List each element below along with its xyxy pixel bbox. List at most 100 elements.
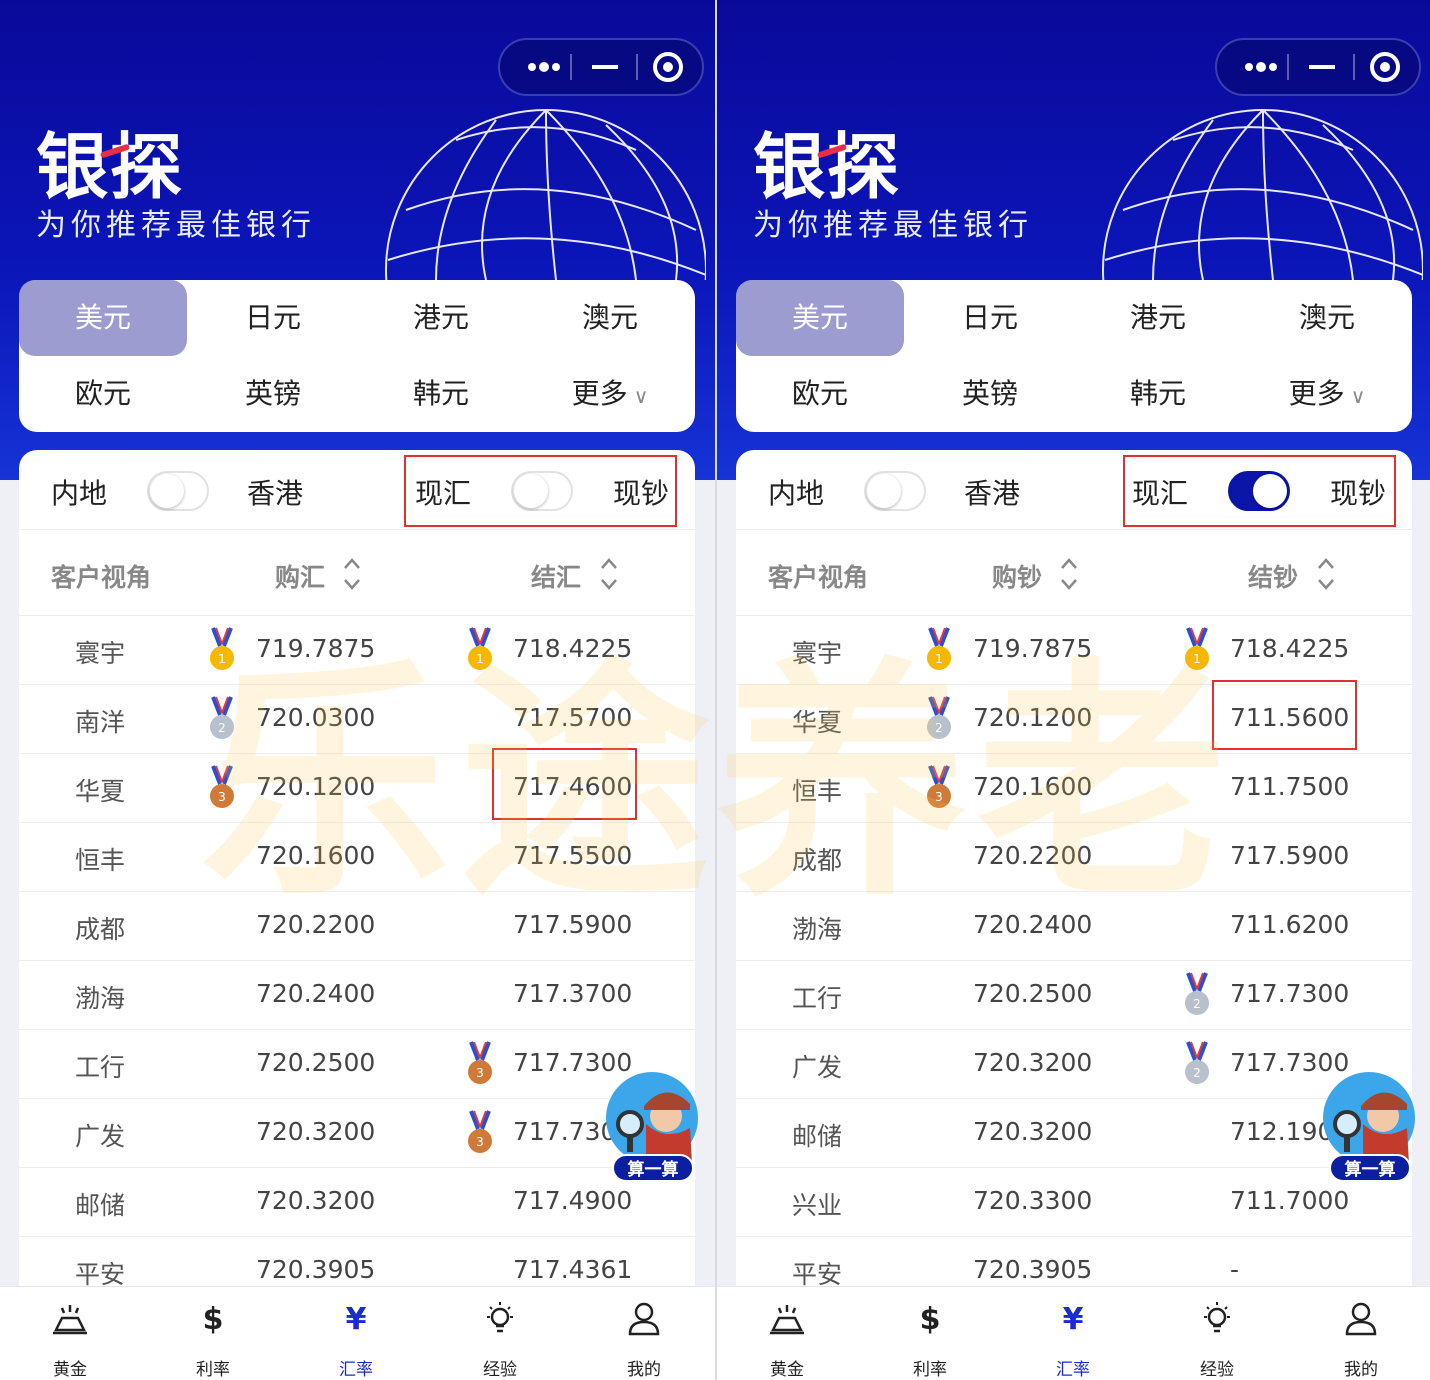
sell-rate: - (1230, 1255, 1240, 1284)
sell-rate: 717.4900 (513, 1186, 633, 1215)
more-dots-icon[interactable] (1225, 40, 1293, 94)
chevron-down-icon: ∨ (633, 384, 649, 408)
calculator-fab[interactable]: 算一算 (1321, 1072, 1417, 1184)
buy-rate: 720.1200 (256, 772, 376, 801)
miniprogram-capsule (1215, 38, 1421, 96)
tab-experience[interactable]: 经验 (450, 1297, 550, 1380)
currency-more[interactable]: 更多 ∨ (1243, 356, 1411, 432)
svg-text:3: 3 (935, 790, 943, 804)
currency-gbp[interactable]: 英镑 (906, 356, 1074, 432)
table-row[interactable]: 渤海 720.2400 717.3700 (19, 961, 695, 1030)
col-bank-header: 客户视角 (768, 563, 869, 592)
tab-exchange[interactable]: ¥ 汇率 (306, 1297, 406, 1380)
currency-hkd[interactable]: 港元 (357, 280, 525, 356)
close-target-icon[interactable] (636, 40, 704, 94)
sort-icon[interactable] (1315, 554, 1337, 594)
globe-icon (1102, 109, 1423, 280)
table-row[interactable]: 成都 720.2200 717.5900 (19, 892, 695, 961)
hongkong-label: 香港 (247, 477, 304, 510)
table-row[interactable]: 广发 720.3200 2 717.7300 (736, 1030, 1412, 1099)
tab-label: 利率 (913, 1360, 947, 1380)
currency-hkd[interactable]: 港元 (1074, 280, 1242, 356)
currency-more[interactable]: 更多 ∨ (526, 356, 694, 432)
table-row[interactable]: 寰宇 1 719.7875 1 718.4225 (736, 616, 1412, 685)
tab-rate[interactable]: $ 利率 (163, 1297, 263, 1380)
currency-jpy[interactable]: 日元 (189, 280, 357, 356)
table-row[interactable]: 兴业 720.3300 711.7000 (736, 1168, 1412, 1237)
buy-rate: 720.2400 (973, 910, 1093, 939)
tab-mine[interactable]: 我的 (1311, 1297, 1411, 1380)
highlight-box (404, 455, 677, 527)
tab-gold[interactable]: 黄金 (737, 1297, 837, 1380)
sell-rate: 712.190 (1230, 1117, 1334, 1146)
tab-exchange[interactable]: ¥ 汇率 (1023, 1297, 1123, 1380)
globe-icon (385, 109, 706, 280)
region-switch[interactable] (864, 471, 926, 511)
buy-rate: 719.7875 (973, 634, 1093, 663)
brand-logo: 银探 (36, 125, 185, 209)
tab-label: 汇率 (339, 1360, 373, 1380)
table-row[interactable]: 广发 720.3200 3 717.730 (19, 1099, 695, 1168)
currency-eur[interactable]: 欧元 (19, 356, 187, 432)
sort-icon[interactable] (341, 554, 363, 594)
table-row[interactable]: 成都 720.2200 717.5900 (736, 823, 1412, 892)
minimize-icon[interactable] (1289, 40, 1357, 94)
table-row[interactable]: 邮储 720.3200 717.4900 (19, 1168, 695, 1237)
bank-name: 广发 (792, 1053, 843, 1082)
buy-rate: 720.2200 (973, 841, 1093, 870)
header-banner: 银探 为你推荐最佳银行 美元 日元 港元 澳元 欧元 英镑 韩元 更多 ∨ (0, 0, 715, 480)
table-row[interactable]: 邮储 720.3200 712.190 (736, 1099, 1412, 1168)
tab-rate[interactable]: $ 利率 (880, 1297, 980, 1380)
currency-eur[interactable]: 欧元 (736, 356, 904, 432)
lightbulb-icon (450, 1297, 550, 1341)
table-row[interactable]: 工行 720.2500 3 717.7300 (19, 1030, 695, 1099)
currency-aud[interactable]: 澳元 (1243, 280, 1411, 356)
bank-name: 渤海 (75, 984, 126, 1013)
currency-gbp[interactable]: 英镑 (189, 356, 357, 432)
currency-krw[interactable]: 韩元 (357, 356, 525, 432)
table-row[interactable]: 恒丰 3 720.1600 711.7500 (736, 754, 1412, 823)
buy-rate: 719.7875 (256, 634, 376, 663)
buy-rate: 720.1600 (973, 772, 1093, 801)
svg-text:2: 2 (1193, 997, 1201, 1011)
tab-label: 利率 (196, 1360, 230, 1380)
rate-table-card: 内地 香港 现汇 现钞 客户视角 购汇 结汇 寰宇 1 719.7875 1 718.4… (19, 450, 695, 1306)
col-sell-header[interactable]: 结汇 (531, 558, 581, 594)
col-buy-header[interactable]: 购钞 (992, 558, 1042, 594)
calculator-fab[interactable]: 算一算 (604, 1072, 700, 1184)
sort-icon[interactable] (1058, 554, 1080, 594)
buy-rate: 720.1600 (256, 841, 376, 870)
sort-icon[interactable] (598, 554, 620, 594)
buy-rate: 720.2200 (256, 910, 376, 939)
brand-logo: 银探 (753, 125, 902, 209)
filter-toggles: 内地 香港 现汇 现钞 (19, 450, 695, 530)
currency-aud[interactable]: 澳元 (526, 280, 694, 356)
currency-jpy[interactable]: 日元 (906, 280, 1074, 356)
table-row[interactable]: 渤海 720.2400 711.6200 (736, 892, 1412, 961)
table-row[interactable]: 寰宇 1 719.7875 1 718.4225 (19, 616, 695, 685)
tab-experience[interactable]: 经验 (1167, 1297, 1267, 1380)
currency-usd[interactable]: 美元 (19, 280, 187, 356)
currency-krw[interactable]: 韩元 (1074, 356, 1242, 432)
left-screen: 银探 为你推荐最佳银行 美元 日元 港元 澳元 欧元 英镑 韩元 更多 ∨ 内地… (0, 0, 715, 1380)
table-row[interactable]: 工行 720.2500 2 717.7300 (736, 961, 1412, 1030)
currency-more-label: 更多 (571, 377, 628, 410)
region-switch[interactable] (147, 471, 209, 511)
close-target-icon[interactable] (1353, 40, 1421, 94)
tab-gold[interactable]: 黄金 (20, 1297, 120, 1380)
col-buy-header[interactable]: 购汇 (275, 558, 325, 594)
sell-rate: 718.4225 (1230, 634, 1350, 663)
tab-mine[interactable]: 我的 (594, 1297, 694, 1380)
gold-bar-icon (737, 1297, 837, 1341)
more-dots-icon[interactable] (508, 40, 576, 94)
minimize-icon[interactable] (572, 40, 640, 94)
detective-avatar-icon (606, 1072, 698, 1164)
col-sell-header[interactable]: 结钞 (1248, 558, 1298, 594)
table-row[interactable]: 南洋 2 720.0300 717.5700 (19, 685, 695, 754)
currency-usd[interactable]: 美元 (736, 280, 904, 356)
table-row[interactable]: 恒丰 720.1600 717.5500 (19, 823, 695, 892)
sell-rate: 711.6200 (1230, 910, 1350, 939)
table-header: 客户视角 购钞 结钞 (736, 532, 1412, 616)
sell-rate: 717.5500 (513, 841, 633, 870)
yen-icon: ¥ (1062, 1301, 1084, 1337)
